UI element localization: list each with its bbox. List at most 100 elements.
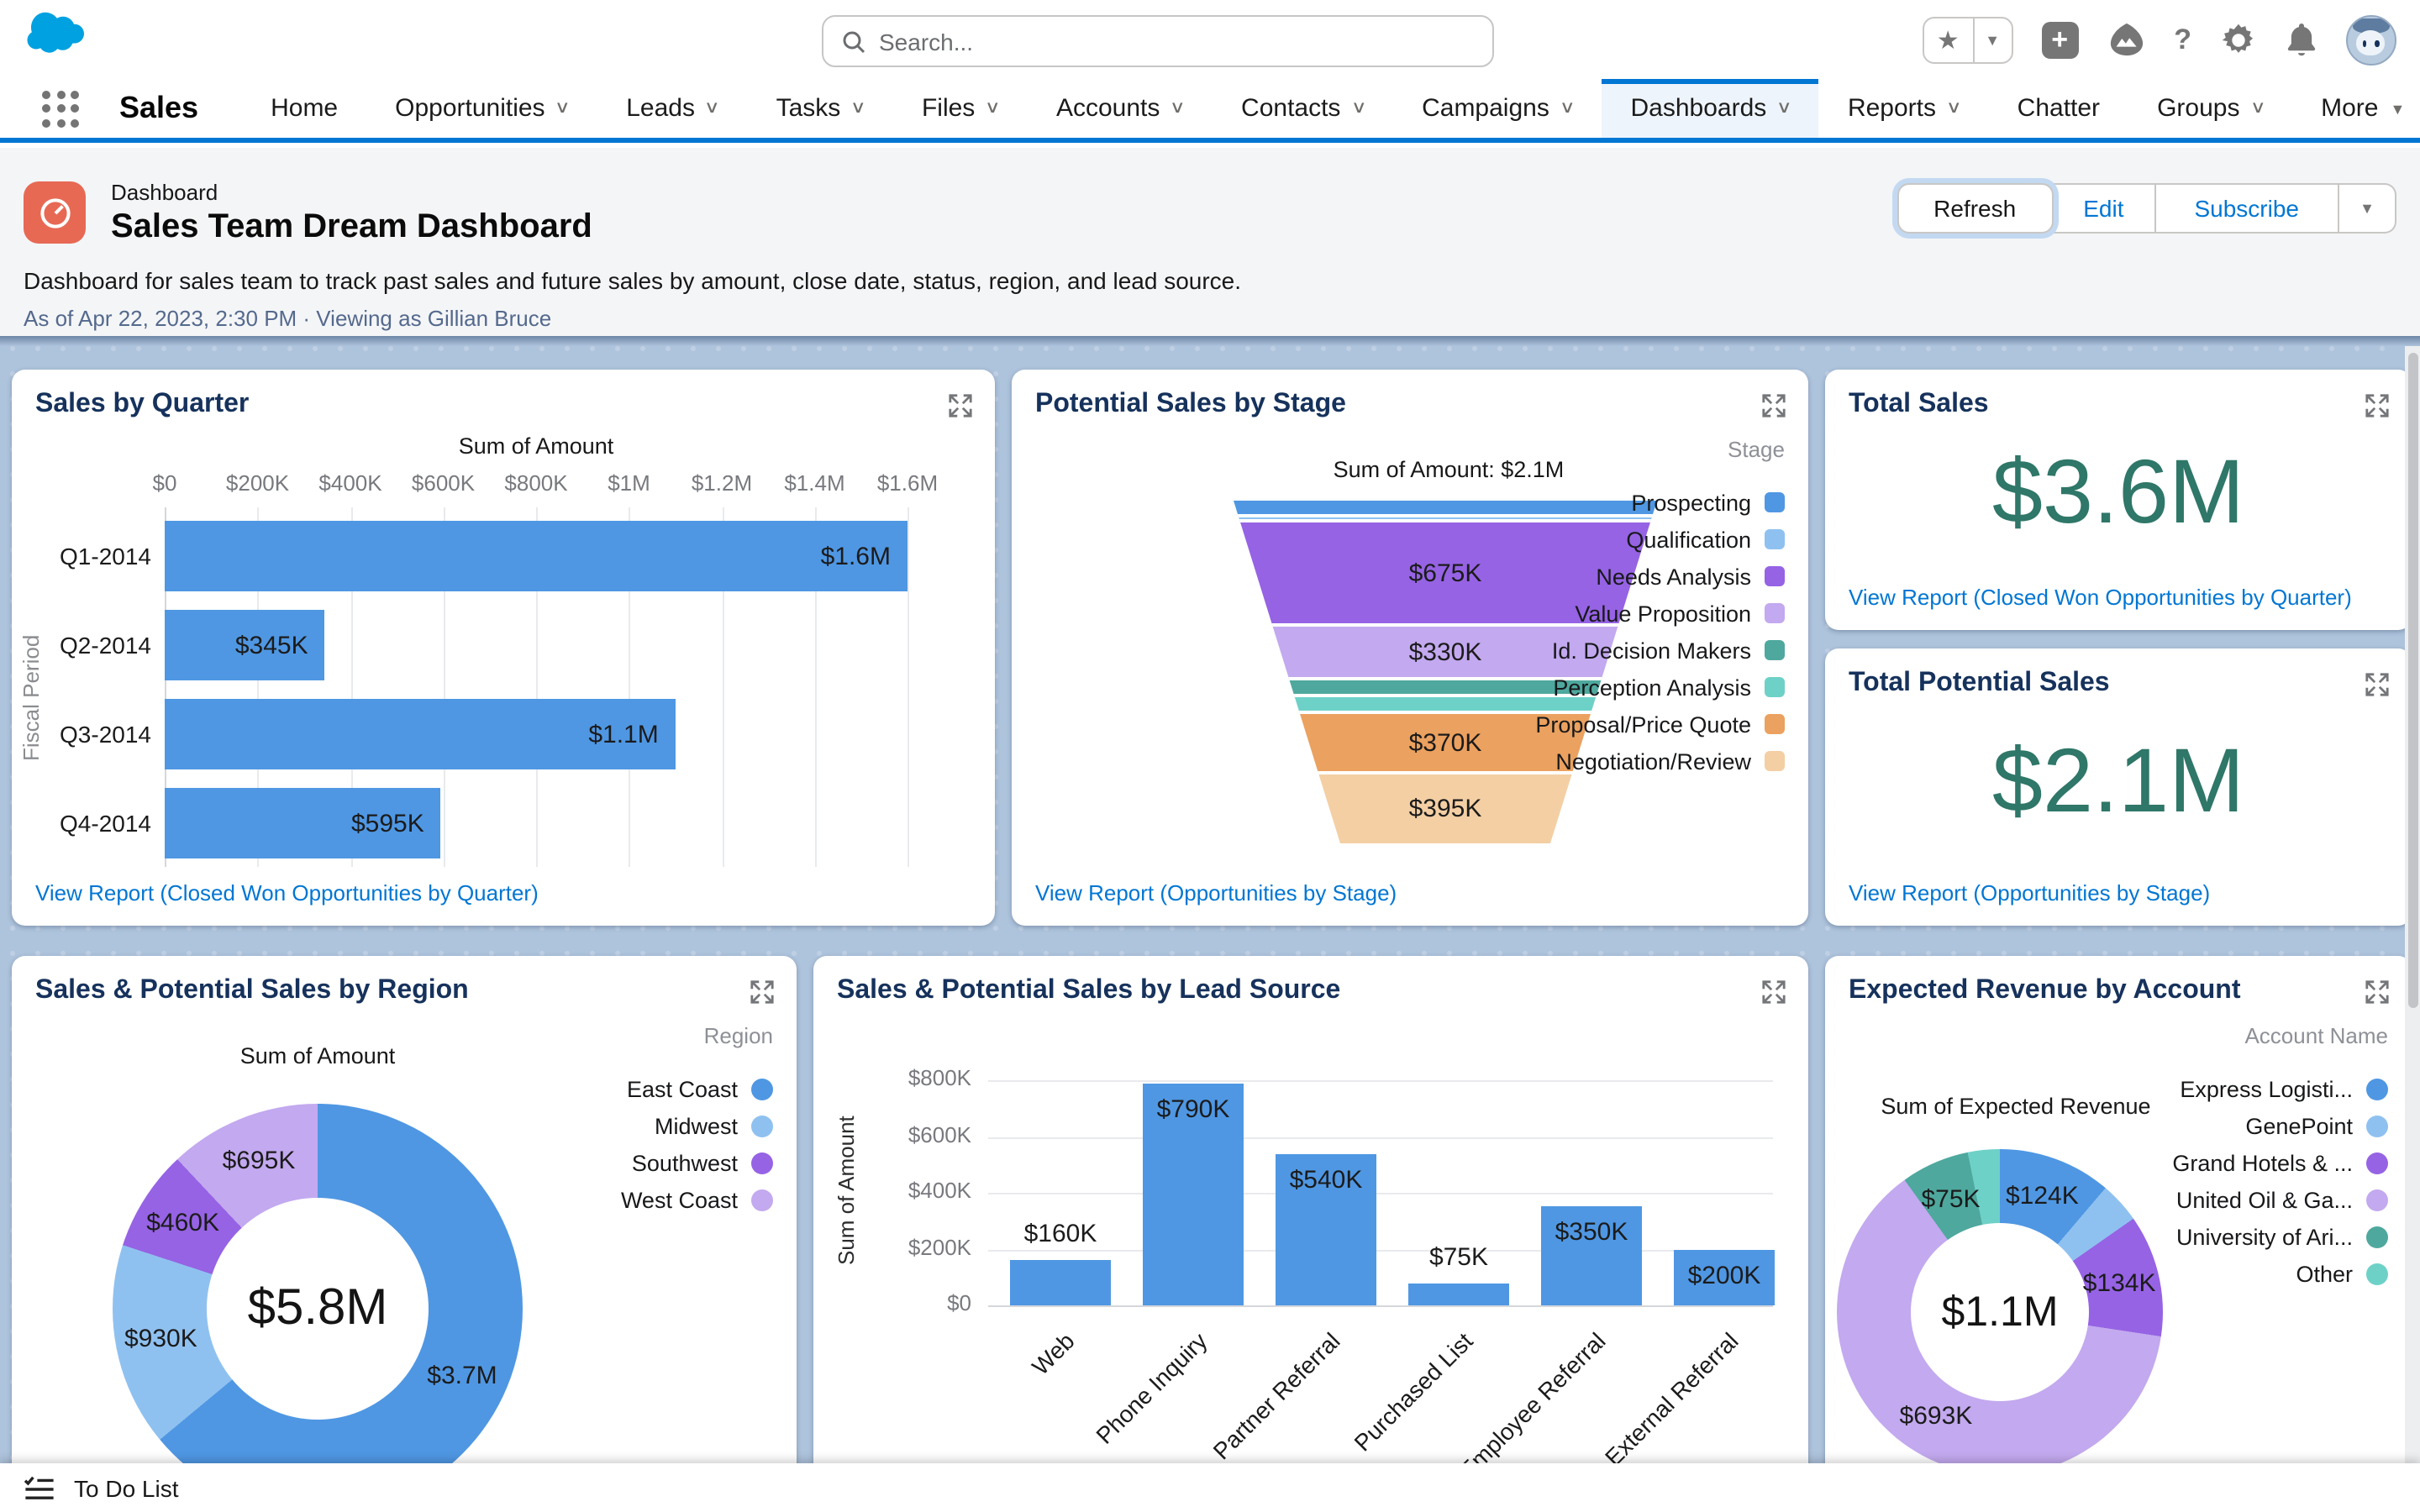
metric-value: $2.1M — [1991, 731, 2245, 832]
notifications-bell-icon[interactable] — [2286, 22, 2317, 57]
salesforce-logo-icon — [17, 7, 84, 62]
tab-groups[interactable]: Groups ∨ — [2128, 79, 2292, 138]
tab-chatter[interactable]: Chatter — [1989, 79, 2128, 138]
donut-total-label: $1.1M — [1941, 1288, 2059, 1335]
card-total-potential-sales: Total Potential Sales $2.1M View Report … — [1825, 648, 2412, 926]
card-total-sales: Total Sales $3.6M View Report (Closed Wo… — [1825, 370, 2412, 630]
tab-reports[interactable]: Reports ∨ — [1819, 79, 1989, 138]
segment-value-label: $3.7M — [427, 1362, 497, 1391]
axis-tick-label: $1.6M — [876, 470, 939, 496]
axis-tick-label: $600K — [908, 1121, 971, 1147]
legend-swatch — [1765, 529, 1785, 549]
favorites-star-icon[interactable]: ★ — [1923, 18, 1975, 61]
axis-tick-label: $800K — [908, 1065, 971, 1090]
chevron-down-icon: ∨ — [1559, 99, 1576, 118]
user-avatar[interactable] — [2346, 14, 2396, 65]
quick-add-icon[interactable]: + — [2041, 21, 2079, 58]
global-header: ★ ▼ + ? — [0, 0, 2420, 79]
chevron-down-icon: ∨ — [1776, 99, 1793, 118]
segment-value-label: $460K — [146, 1209, 219, 1238]
card-title[interactable]: Potential Sales by Stage — [1035, 390, 1346, 420]
page-title: Sales Team Dream Dashboard — [111, 208, 592, 245]
funnel-segment-negotiation-review[interactable]: $395K — [1234, 771, 1657, 843]
scrollbar-thumb[interactable] — [2407, 353, 2417, 1008]
tab-campaigns[interactable]: Campaigns ∨ — [1393, 79, 1602, 138]
search-icon — [842, 29, 865, 53]
favorites-dropdown-icon[interactable]: ▼ — [1974, 18, 2011, 61]
help-icon[interactable]: ? — [2174, 23, 2191, 56]
legend-title: Stage — [1728, 437, 1785, 462]
lead-chart: $0 $200K $400K $600K $800K $160K Web $790K Phone… — [813, 956, 1808, 1478]
dashboard-gauge-icon — [24, 181, 86, 244]
scrollbar[interactable] — [2405, 346, 2420, 1512]
donut-total-label: $5.8M — [247, 1280, 388, 1336]
legend-item: Needs Analysis — [1596, 558, 1785, 595]
edit-button[interactable]: Edit — [2053, 183, 2156, 234]
todo-list-bar[interactable]: To Do List — [0, 1463, 2420, 1512]
app-name: Sales — [119, 91, 199, 124]
expand-icon[interactable] — [1761, 393, 1786, 418]
tab-files[interactable]: Files ∨ — [893, 79, 1028, 138]
bar-web[interactable] — [1010, 1260, 1111, 1305]
quarter-chart: $0 $200K $400K $600K $800K $1M $1.2M $1.4M $1.6M… — [12, 370, 995, 926]
bar-value-label: $1.6M — [820, 542, 891, 570]
bar-value-label: $200K — [1687, 1261, 1761, 1289]
expand-icon[interactable] — [2365, 393, 2390, 418]
tab-home[interactable]: Home — [242, 79, 366, 138]
view-report-link[interactable]: View Report (Opportunities by Stage) — [1849, 880, 2210, 906]
chevron-down-icon: ∨ — [704, 99, 721, 118]
tab-accounts[interactable]: Accounts ∨ — [1028, 79, 1213, 138]
bar-value-label: $75K — [1428, 1243, 1489, 1273]
chevron-down-icon: ∨ — [1945, 99, 1962, 118]
legend-item: Negotiation/Review — [1555, 743, 1785, 780]
expand-icon[interactable] — [2365, 672, 2390, 697]
chevron-down-icon: ∨ — [1350, 99, 1367, 118]
dashboard-description: Dashboard for sales team to track past s… — [24, 267, 1242, 294]
category-label: Q1-2014 — [60, 543, 151, 570]
subscribe-button[interactable]: Subscribe — [2155, 183, 2339, 234]
salesforce-window: ★ ▼ + ? Sales HomeOpportunities∨Leads∨Ta… — [0, 0, 2420, 1512]
tab-opportunities[interactable]: Opportunities ∨ — [366, 79, 597, 138]
view-report-link[interactable]: View Report (Closed Won Opportunities by… — [35, 880, 539, 906]
global-search[interactable] — [822, 15, 1494, 67]
view-report-link[interactable]: View Report (Opportunities by Stage) — [1035, 880, 1397, 906]
guidance-center-icon[interactable] — [2107, 22, 2145, 57]
tab-tasks[interactable]: Tasks ∨ — [748, 79, 893, 138]
nav-tabs: Home Opportunities ∨ Leads ∨ Tasks ∨ Files ∨ Acco… — [242, 79, 2420, 138]
bar-value-label: $540K — [1289, 1165, 1363, 1194]
bar-value-label: $1.1M — [588, 720, 659, 748]
more-actions-dropdown[interactable]: ▼ — [2339, 183, 2396, 234]
legend-swatch — [1765, 603, 1785, 623]
card-title[interactable]: Total Sales — [1849, 390, 1989, 420]
search-input[interactable] — [879, 28, 1492, 55]
region-chart: $5.8M $3.7M $930K $460K $695K — [12, 956, 797, 1478]
refresh-button[interactable]: Refresh — [1897, 183, 2054, 234]
app-launcher-icon[interactable] — [42, 90, 79, 127]
view-report-link[interactable]: View Report (Closed Won Opportunities by… — [1849, 585, 2352, 610]
axis-tick-label: $200K — [908, 1234, 971, 1259]
category-label: Q3-2014 — [60, 721, 151, 748]
card-title[interactable]: Total Potential Sales — [1849, 669, 2110, 699]
bar-value-label: $595K — [350, 809, 424, 837]
tab-more[interactable]: More ▼ — [2292, 79, 2420, 138]
card-potential-sales-by-stage: Potential Sales by Stage Sum of Amount: … — [1012, 370, 1808, 926]
dashboard-page-header: Dashboard Sales Team Dream Dashboard Das… — [0, 148, 2420, 336]
legend-swatch — [1765, 751, 1785, 771]
metric-value: $3.6M — [1991, 442, 2245, 543]
segment-value-label: $75K — [1921, 1185, 1981, 1215]
setup-gear-icon[interactable] — [2220, 21, 2257, 58]
favorites-button[interactable]: ★ ▼ — [1922, 16, 2013, 63]
legend-item: Qualification — [1626, 521, 1785, 558]
tab-leads[interactable]: Leads ∨ — [597, 79, 747, 138]
card-sales-by-quarter: Sales by Quarter Sum of Amount Fiscal Pe… — [12, 370, 995, 926]
navigation-bar: Sales Home Opportunities ∨ Leads ∨ Tasks ∨ File… — [0, 79, 2420, 143]
header-actions: Refresh Edit Subscribe ▼ — [1897, 183, 2396, 234]
tab-dashboards[interactable]: Dashboards ∨ — [1602, 79, 1819, 138]
todo-list-icon — [24, 1474, 55, 1501]
tab-contacts[interactable]: Contacts ∨ — [1213, 79, 1393, 138]
card-sales-by-lead-source: Sales & Potential Sales by Lead Source S… — [813, 956, 1808, 1478]
chevron-down-icon: ∨ — [2249, 99, 2266, 118]
bar-purchased-list[interactable] — [1408, 1284, 1509, 1305]
gridline — [988, 1305, 1773, 1307]
chevron-down-icon: ∨ — [555, 99, 571, 118]
